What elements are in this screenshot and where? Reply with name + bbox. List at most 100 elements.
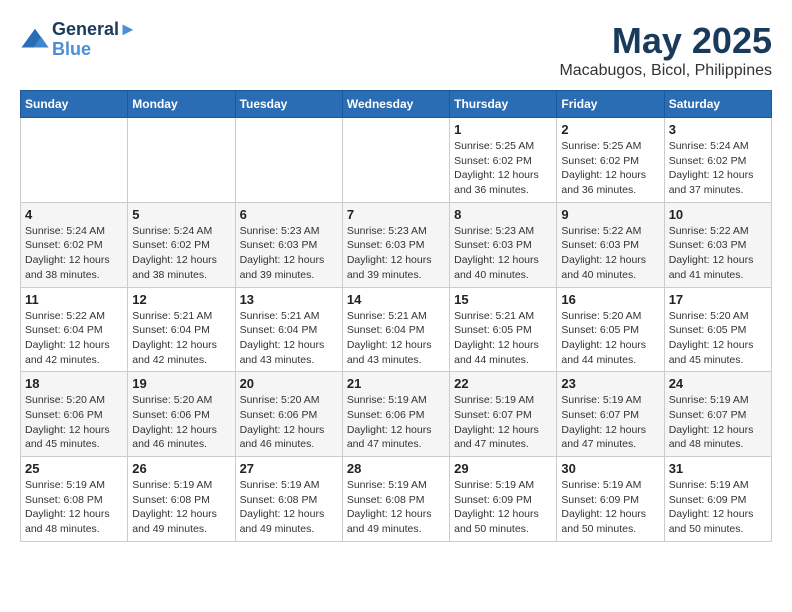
day-info: Sunrise: 5:19 AM Sunset: 6:08 PM Dayligh… xyxy=(132,478,230,537)
day-number: 23 xyxy=(561,376,659,391)
day-info: Sunrise: 5:19 AM Sunset: 6:07 PM Dayligh… xyxy=(561,393,659,452)
day-number: 13 xyxy=(240,292,338,307)
weekday-header-tuesday: Tuesday xyxy=(235,91,342,118)
calendar-cell: 24Sunrise: 5:19 AM Sunset: 6:07 PM Dayli… xyxy=(664,372,771,457)
day-info: Sunrise: 5:19 AM Sunset: 6:08 PM Dayligh… xyxy=(25,478,123,537)
calendar-week-2: 4 Sunrise: 5:24 AM Sunset: 6:02 PM Daylig… xyxy=(21,202,772,287)
calendar-cell: 7Sunrise: 5:23 AM Sunset: 6:03 PM Daylig… xyxy=(342,202,449,287)
day-number: 24 xyxy=(669,376,767,391)
day-info: Sunrise: 5:19 AM Sunset: 6:06 PM Dayligh… xyxy=(347,393,445,452)
calendar-cell: 22 Sunrise: 5:19 AM Sunset: 6:07 PM Dayli… xyxy=(450,372,557,457)
day-number: 8 xyxy=(454,207,552,222)
day-info: Sunrise: 5:24 AM Sunset: 6:02 PM Dayligh… xyxy=(132,224,230,283)
day-number: 3 xyxy=(669,122,767,137)
day-info: Sunrise: 5:22 AM Sunset: 6:03 PM Dayligh… xyxy=(561,224,659,283)
page-header: General► Blue May 2025 Macabugos, Bicol,… xyxy=(20,20,772,80)
calendar-cell: 6Sunrise: 5:23 AM Sunset: 6:03 PM Daylig… xyxy=(235,202,342,287)
calendar-cell: 18 Sunrise: 5:20 AM Sunset: 6:06 PM Dayli… xyxy=(21,372,128,457)
calendar-cell: 8 Sunrise: 5:23 AM Sunset: 6:03 PM Daylig… xyxy=(450,202,557,287)
day-number: 5 xyxy=(132,207,230,222)
day-info: Sunrise: 5:23 AM Sunset: 6:03 PM Dayligh… xyxy=(454,224,552,283)
day-info: Sunrise: 5:19 AM Sunset: 6:09 PM Dayligh… xyxy=(669,478,767,537)
calendar-header-row: SundayMondayTuesdayWednesdayThursdayFrid… xyxy=(21,91,772,118)
calendar-cell xyxy=(128,118,235,203)
calendar-week-4: 18 Sunrise: 5:20 AM Sunset: 6:06 PM Dayli… xyxy=(21,372,772,457)
day-number: 15 xyxy=(454,292,552,307)
calendar-cell: 14Sunrise: 5:21 AM Sunset: 6:04 PM Dayli… xyxy=(342,287,449,372)
day-info: Sunrise: 5:25 AM Sunset: 6:02 PM Dayligh… xyxy=(454,139,552,198)
calendar-cell: 13 Sunrise: 5:21 AM Sunset: 6:04 PM Dayli… xyxy=(235,287,342,372)
day-number: 18 xyxy=(25,376,123,391)
day-info: Sunrise: 5:20 AM Sunset: 6:06 PM Dayligh… xyxy=(240,393,338,452)
day-info: Sunrise: 5:23 AM Sunset: 6:03 PM Dayligh… xyxy=(347,224,445,283)
day-number: 17 xyxy=(669,292,767,307)
day-info: Sunrise: 5:19 AM Sunset: 6:09 PM Dayligh… xyxy=(561,478,659,537)
day-number: 1 xyxy=(454,122,552,137)
calendar-cell: 20 Sunrise: 5:20 AM Sunset: 6:06 PM Dayli… xyxy=(235,372,342,457)
day-info: Sunrise: 5:20 AM Sunset: 6:05 PM Dayligh… xyxy=(561,309,659,368)
logo: General► Blue xyxy=(20,20,137,60)
month-title: May 2025 xyxy=(559,20,772,62)
day-info: Sunrise: 5:19 AM Sunset: 6:08 PM Dayligh… xyxy=(347,478,445,537)
day-number: 4 xyxy=(25,207,123,222)
calendar-table: SundayMondayTuesdayWednesdayThursdayFrid… xyxy=(20,90,772,542)
day-info: Sunrise: 5:20 AM Sunset: 6:06 PM Dayligh… xyxy=(25,393,123,452)
logo-icon xyxy=(20,25,50,55)
day-info: Sunrise: 5:25 AM Sunset: 6:02 PM Dayligh… xyxy=(561,139,659,198)
calendar-cell: 10Sunrise: 5:22 AM Sunset: 6:03 PM Dayli… xyxy=(664,202,771,287)
calendar-cell: 27 Sunrise: 5:19 AM Sunset: 6:08 PM Dayli… xyxy=(235,457,342,542)
calendar-cell: 12 Sunrise: 5:21 AM Sunset: 6:04 PM Dayli… xyxy=(128,287,235,372)
day-number: 16 xyxy=(561,292,659,307)
day-info: Sunrise: 5:24 AM Sunset: 6:02 PM Dayligh… xyxy=(669,139,767,198)
day-info: Sunrise: 5:19 AM Sunset: 6:08 PM Dayligh… xyxy=(240,478,338,537)
day-number: 27 xyxy=(240,461,338,476)
calendar-cell: 15 Sunrise: 5:21 AM Sunset: 6:05 PM Dayli… xyxy=(450,287,557,372)
calendar-cell: 9Sunrise: 5:22 AM Sunset: 6:03 PM Daylig… xyxy=(557,202,664,287)
day-number: 2 xyxy=(561,122,659,137)
day-number: 29 xyxy=(454,461,552,476)
calendar-cell: 17 Sunrise: 5:20 AM Sunset: 6:05 PM Dayli… xyxy=(664,287,771,372)
calendar-cell: 1 Sunrise: 5:25 AM Sunset: 6:02 PM Daylig… xyxy=(450,118,557,203)
day-number: 31 xyxy=(669,461,767,476)
day-info: Sunrise: 5:19 AM Sunset: 6:09 PM Dayligh… xyxy=(454,478,552,537)
weekday-header-thursday: Thursday xyxy=(450,91,557,118)
calendar-cell: 25Sunrise: 5:19 AM Sunset: 6:08 PM Dayli… xyxy=(21,457,128,542)
calendar-week-3: 11Sunrise: 5:22 AM Sunset: 6:04 PM Dayli… xyxy=(21,287,772,372)
calendar-cell xyxy=(21,118,128,203)
weekday-header-sunday: Sunday xyxy=(21,91,128,118)
day-number: 26 xyxy=(132,461,230,476)
calendar-cell: 31 Sunrise: 5:19 AM Sunset: 6:09 PM Dayli… xyxy=(664,457,771,542)
day-number: 21 xyxy=(347,376,445,391)
calendar-cell: 11Sunrise: 5:22 AM Sunset: 6:04 PM Dayli… xyxy=(21,287,128,372)
calendar-cell: 2 Sunrise: 5:25 AM Sunset: 6:02 PM Daylig… xyxy=(557,118,664,203)
day-info: Sunrise: 5:21 AM Sunset: 6:05 PM Dayligh… xyxy=(454,309,552,368)
day-info: Sunrise: 5:21 AM Sunset: 6:04 PM Dayligh… xyxy=(240,309,338,368)
weekday-header-friday: Friday xyxy=(557,91,664,118)
calendar-cell: 21 Sunrise: 5:19 AM Sunset: 6:06 PM Dayli… xyxy=(342,372,449,457)
calendar-cell: 23 Sunrise: 5:19 AM Sunset: 6:07 PM Dayli… xyxy=(557,372,664,457)
day-info: Sunrise: 5:24 AM Sunset: 6:02 PM Dayligh… xyxy=(25,224,123,283)
day-info: Sunrise: 5:20 AM Sunset: 6:06 PM Dayligh… xyxy=(132,393,230,452)
calendar-cell: 4 Sunrise: 5:24 AM Sunset: 6:02 PM Daylig… xyxy=(21,202,128,287)
calendar-cell xyxy=(235,118,342,203)
calendar-cell: 30 Sunrise: 5:19 AM Sunset: 6:09 PM Dayli… xyxy=(557,457,664,542)
day-info: Sunrise: 5:23 AM Sunset: 6:03 PM Dayligh… xyxy=(240,224,338,283)
location-title: Macabugos, Bicol, Philippines xyxy=(559,62,772,80)
day-number: 28 xyxy=(347,461,445,476)
calendar-cell: 26 Sunrise: 5:19 AM Sunset: 6:08 PM Dayli… xyxy=(128,457,235,542)
title-block: May 2025 Macabugos, Bicol, Philippines xyxy=(559,20,772,80)
day-info: Sunrise: 5:21 AM Sunset: 6:04 PM Dayligh… xyxy=(347,309,445,368)
calendar-week-5: 25Sunrise: 5:19 AM Sunset: 6:08 PM Dayli… xyxy=(21,457,772,542)
weekday-header-saturday: Saturday xyxy=(664,91,771,118)
day-number: 12 xyxy=(132,292,230,307)
day-info: Sunrise: 5:19 AM Sunset: 6:07 PM Dayligh… xyxy=(454,393,552,452)
day-number: 19 xyxy=(132,376,230,391)
day-info: Sunrise: 5:20 AM Sunset: 6:05 PM Dayligh… xyxy=(669,309,767,368)
day-number: 20 xyxy=(240,376,338,391)
day-number: 22 xyxy=(454,376,552,391)
calendar-cell: 29 Sunrise: 5:19 AM Sunset: 6:09 PM Dayli… xyxy=(450,457,557,542)
day-number: 11 xyxy=(25,292,123,307)
day-info: Sunrise: 5:21 AM Sunset: 6:04 PM Dayligh… xyxy=(132,309,230,368)
day-number: 30 xyxy=(561,461,659,476)
day-info: Sunrise: 5:22 AM Sunset: 6:03 PM Dayligh… xyxy=(669,224,767,283)
